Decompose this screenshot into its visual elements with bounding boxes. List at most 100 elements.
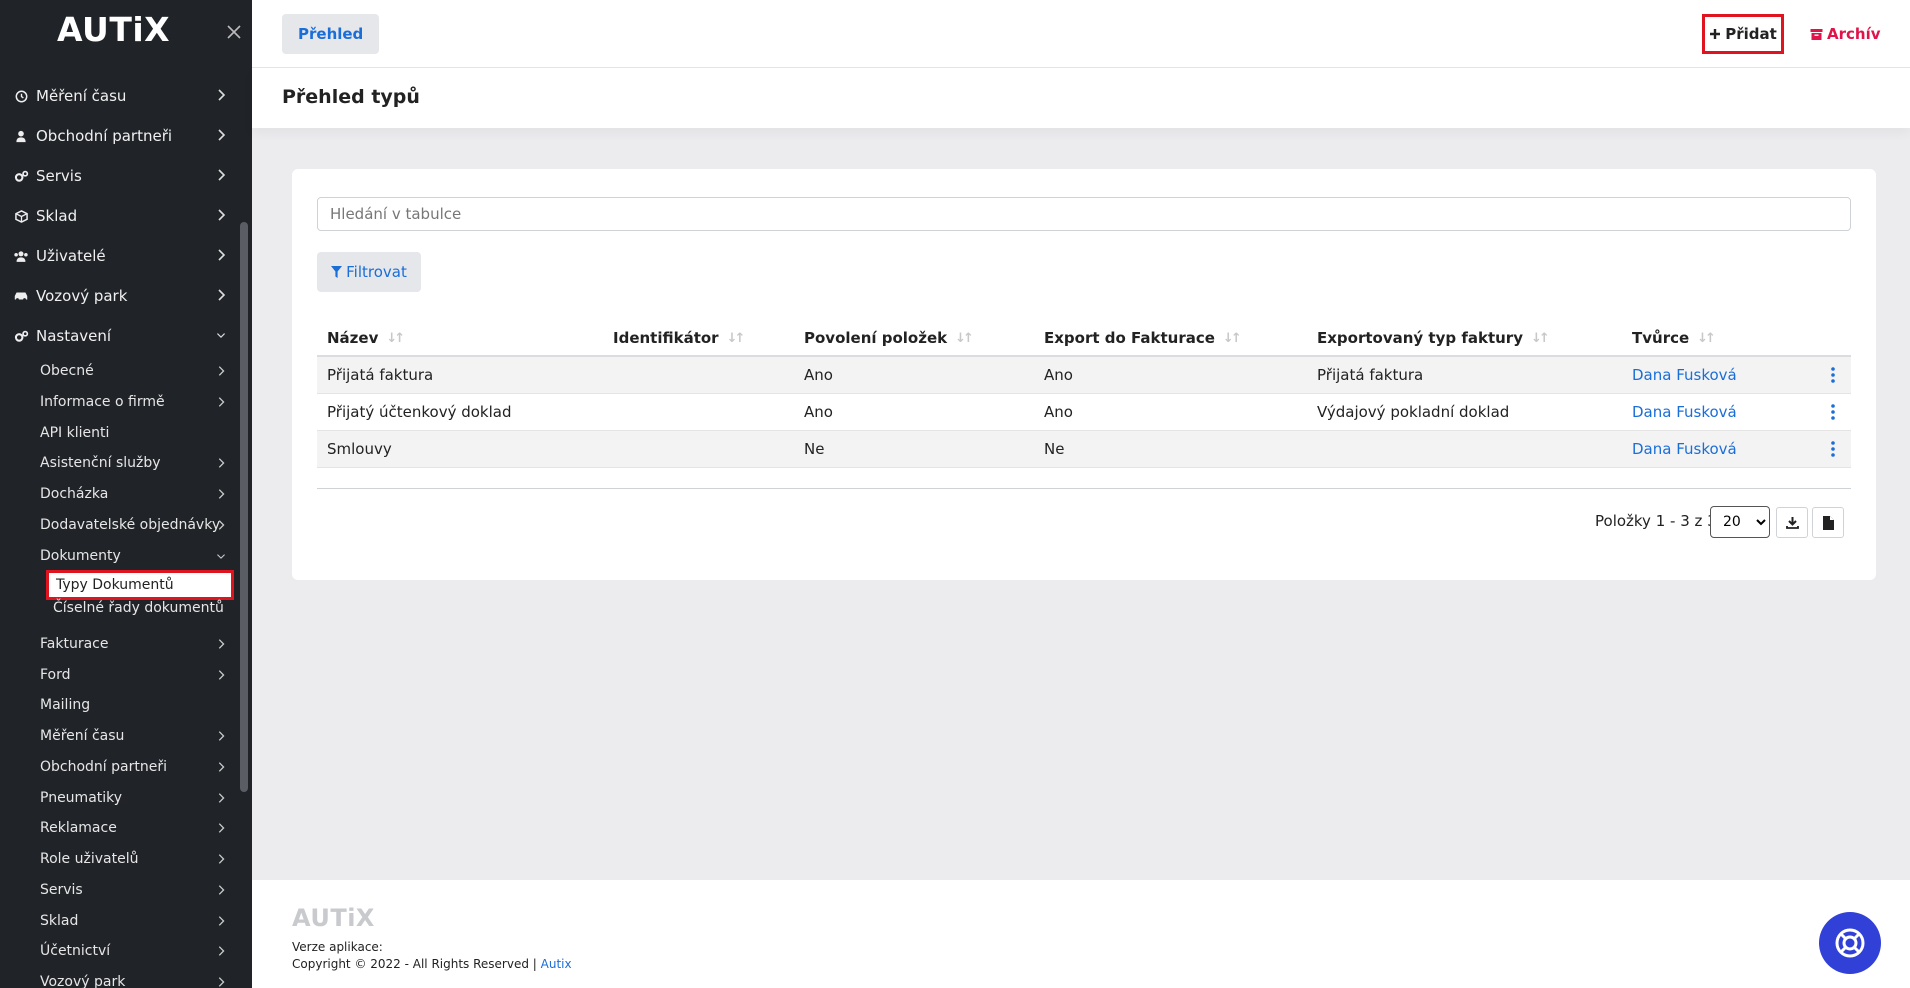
- more-options-icon[interactable]: [1829, 403, 1837, 421]
- sidebar-item-time-tracking[interactable]: Měření času: [12, 79, 226, 113]
- sidebar-sub-fleet[interactable]: Vozový park: [40, 968, 226, 988]
- sidebar-item-users[interactable]: Uživatelé: [12, 239, 226, 273]
- sidebar-sub-partners[interactable]: Obchodní partneři: [40, 753, 226, 781]
- column-header-export-type[interactable]: Exportovaný typ faktury ↓↑: [1317, 329, 1550, 347]
- autix-link[interactable]: Autix: [541, 957, 572, 971]
- filter-button-label: Filtrovat: [346, 263, 407, 281]
- sidebar-item-label: Vozový park: [36, 287, 128, 305]
- export-file-button[interactable]: [1812, 507, 1844, 538]
- sidebar-sub-ford[interactable]: Ford: [40, 661, 226, 689]
- cell-allow-items: Ne: [804, 440, 825, 458]
- sidebar-sub-documents[interactable]: Dokumenty: [40, 542, 226, 570]
- sidebar-subsub-label: Typy Dokumentů: [56, 577, 174, 593]
- sidebar-sub-supplier-orders[interactable]: Dodavatelské objednávky: [40, 511, 226, 539]
- sidebar-sub-mailing[interactable]: Mailing: [40, 691, 226, 719]
- creator-link[interactable]: Dana Fusková: [1632, 366, 1737, 384]
- cell-export-type: Přijatá faktura: [1317, 366, 1424, 384]
- sidebar-sub-label: Dokumenty: [40, 548, 121, 564]
- sidebar-sub-company-info[interactable]: Informace o firmě: [40, 388, 226, 416]
- sidebar-sub-attendance[interactable]: Docházka: [40, 480, 226, 508]
- sort-icon: ↓↑: [386, 330, 405, 346]
- sidebar-item-fleet[interactable]: Vozový park: [12, 279, 226, 313]
- cell-name: Přijatá faktura: [327, 366, 434, 384]
- sidebar-item-warehouse[interactable]: Sklad: [12, 199, 226, 233]
- chevron-right-icon: [218, 209, 226, 221]
- sidebar-sub-label: Dodavatelské objednávky: [40, 517, 221, 533]
- sidebar-item-partners[interactable]: Obchodní partneři: [12, 119, 226, 153]
- more-options-icon[interactable]: [1829, 366, 1837, 384]
- sidebar-item-settings[interactable]: Nastavení: [12, 319, 226, 353]
- sidebar-scrollbar[interactable]: [240, 222, 248, 792]
- sidebar-sub-user-roles[interactable]: Role uživatelů: [40, 845, 226, 873]
- archive-button[interactable]: Archív: [1810, 14, 1881, 54]
- download-icon: [1785, 517, 1799, 529]
- chevron-right-icon: [218, 289, 226, 301]
- sidebar-sub-complaints[interactable]: Reklamace: [40, 814, 226, 842]
- sidebar-sub-label: Obchodní partneři: [40, 759, 167, 775]
- chevron-right-icon: [218, 366, 225, 376]
- sidebar-item-label: Servis: [36, 167, 82, 185]
- table-divider: [317, 488, 1851, 489]
- creator-link[interactable]: Dana Fusková: [1632, 440, 1737, 458]
- chevron-right-icon: [218, 762, 225, 772]
- more-options-icon[interactable]: [1829, 440, 1837, 458]
- chevron-right-icon: [218, 916, 225, 926]
- cell-name: Smlouvy: [327, 440, 392, 458]
- page-size-select[interactable]: 20: [1710, 506, 1770, 538]
- cell-allow-items: Ano: [804, 366, 833, 384]
- download-button[interactable]: [1776, 507, 1808, 538]
- sidebar-sub-general[interactable]: Obecné: [40, 357, 226, 385]
- user-icon: [12, 127, 30, 145]
- users-icon: [12, 247, 30, 265]
- cell-export: Ano: [1044, 403, 1073, 421]
- column-header-export[interactable]: Export do Fakturace ↓↑: [1044, 329, 1242, 347]
- table-row[interactable]: Přijatá faktura Ano Ano Přijatá faktura …: [317, 357, 1851, 394]
- page-title: Přehled typů: [282, 86, 420, 108]
- lifebuoy-icon: [1835, 928, 1865, 958]
- sidebar-sub-accounting[interactable]: Účetnictví: [40, 937, 226, 965]
- sidebar-sub-warehouse[interactable]: Sklad: [40, 907, 226, 935]
- cogs-icon: [12, 167, 30, 185]
- sidebar-item-label: Měření času: [36, 87, 127, 105]
- footer-logo: AUTiX: [292, 904, 375, 932]
- column-header-identifier[interactable]: Identifikátor ↓↑: [613, 329, 745, 347]
- sidebar-sub-label: Informace o firmě: [40, 394, 165, 410]
- table-row[interactable]: Přijatý účtenkový doklad Ano Ano Výdajov…: [317, 394, 1851, 431]
- file-icon: [1822, 515, 1834, 530]
- sidebar-sub-label: Pneumatiky: [40, 790, 123, 806]
- search-input[interactable]: [317, 197, 1851, 231]
- column-header-name[interactable]: Název ↓↑: [327, 329, 405, 347]
- tab-overview[interactable]: Přehled: [282, 14, 380, 54]
- footer: AUTiX Verze aplikace: Copyright © 2022 -…: [252, 880, 1910, 988]
- sidebar-sub-assistance[interactable]: Asistenční služby: [40, 449, 226, 477]
- app-logo[interactable]: AUTiX: [57, 10, 170, 49]
- sidebar-sub-tires[interactable]: Pneumatiky: [40, 784, 226, 812]
- add-button[interactable]: Přidat: [1702, 14, 1784, 54]
- sidebar-sub-label: API klienti: [40, 425, 110, 441]
- cell-allow-items: Ano: [804, 403, 833, 421]
- chevron-right-icon: [218, 670, 225, 680]
- column-header-creator[interactable]: Tvůrce ↓↑: [1632, 329, 1716, 347]
- sidebar-sub-time-tracking[interactable]: Měření času: [40, 722, 226, 750]
- filter-icon: [331, 266, 343, 278]
- table-row[interactable]: Smlouvy Ne Ne Dana Fusková: [317, 431, 1851, 468]
- sidebar-sub-label: Fakturace: [40, 636, 109, 652]
- close-icon[interactable]: [226, 24, 242, 40]
- sidebar-item-service[interactable]: Servis: [12, 159, 226, 193]
- sidebar-sub-invoicing[interactable]: Fakturace: [40, 630, 226, 658]
- creator-link[interactable]: Dana Fusková: [1632, 403, 1737, 421]
- sidebar-sub-service[interactable]: Servis: [40, 876, 226, 904]
- chevron-down-icon: [217, 554, 225, 559]
- clock-icon: [12, 87, 30, 105]
- filter-button[interactable]: Filtrovat: [317, 252, 421, 292]
- sidebar-sub-api-clients[interactable]: API klienti: [40, 419, 226, 447]
- cell-name: Přijatý účtenkový doklad: [327, 403, 512, 421]
- sidebar-sub-label: Měření času: [40, 728, 125, 744]
- column-header-allow-items[interactable]: Povolení položek ↓↑: [804, 329, 974, 347]
- chevron-right-icon: [218, 854, 225, 864]
- sidebar-sub-label: Docházka: [40, 486, 109, 502]
- document-types-table: Název ↓↑ Identifikátor ↓↑ Povolení položek…: [317, 319, 1851, 468]
- archive-button-label: Archív: [1827, 25, 1881, 43]
- sidebar-subsub-number-series[interactable]: Číselné řady dokumentů: [46, 594, 234, 622]
- help-button[interactable]: [1819, 912, 1881, 974]
